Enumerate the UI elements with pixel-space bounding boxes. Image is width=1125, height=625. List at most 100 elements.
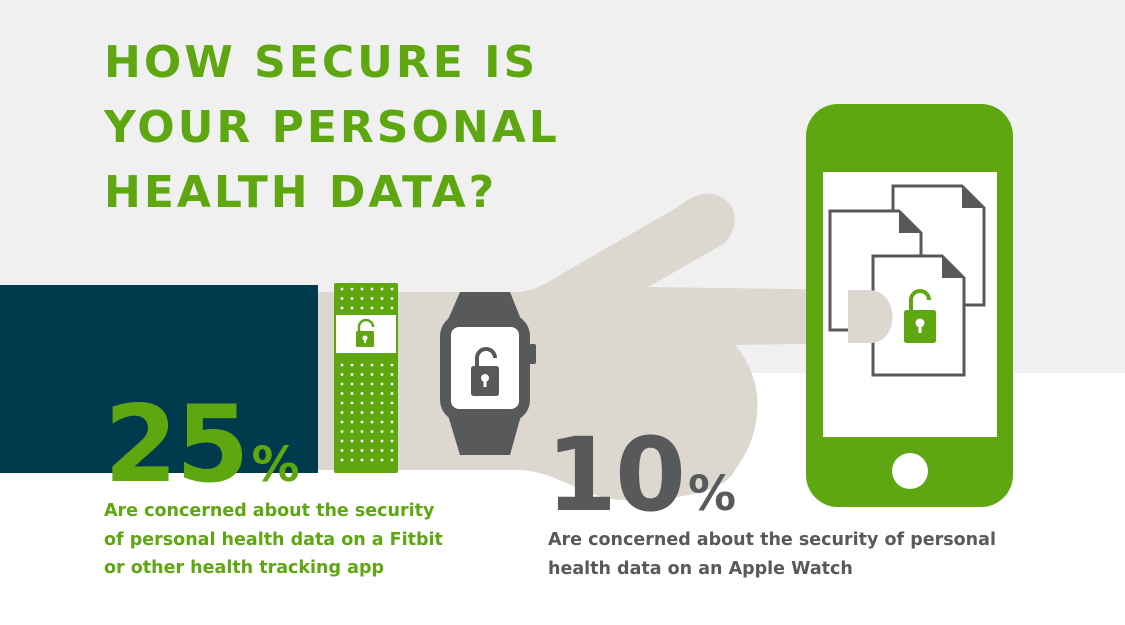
fitbit-description: Are concerned about the security of pers… xyxy=(104,497,443,583)
band-dot xyxy=(350,306,354,310)
fitbit-description-line: Are concerned about the security xyxy=(104,501,435,521)
band-dot xyxy=(360,411,364,414)
band-dot xyxy=(360,373,364,376)
fitness-band-icon xyxy=(334,283,398,473)
fitbit-percentage: 25% xyxy=(104,392,300,498)
band-dot xyxy=(390,373,394,376)
band-dot xyxy=(380,411,384,414)
watch-crown xyxy=(526,344,536,364)
band-dot xyxy=(360,382,364,386)
band-dot xyxy=(370,401,374,405)
band-dot xyxy=(350,363,354,367)
band-dot xyxy=(340,458,344,462)
band-dot xyxy=(340,382,344,386)
smartphone-icon xyxy=(806,104,1013,507)
band-dot xyxy=(340,449,344,452)
band-dot xyxy=(390,439,394,443)
band-dot xyxy=(340,297,344,300)
apple-watch-percentage-value: 10 xyxy=(546,416,686,535)
band-dot xyxy=(360,297,364,300)
band-dot xyxy=(350,373,354,376)
apple-watch-description-line: Are concerned about the security of pers… xyxy=(548,530,996,550)
band-dot xyxy=(390,458,394,462)
band-dot xyxy=(360,363,364,367)
band-dot xyxy=(340,287,344,291)
band-dot xyxy=(390,392,394,395)
band-dot xyxy=(370,420,374,424)
band-dot xyxy=(380,287,384,291)
band-dot xyxy=(380,373,384,376)
band-dot xyxy=(360,306,364,310)
band-dot xyxy=(390,411,394,414)
band-dot xyxy=(370,297,374,300)
band-dot xyxy=(390,401,394,405)
band-dot xyxy=(370,373,374,376)
title-line: YOUR PERSONAL xyxy=(104,102,560,153)
band-dot xyxy=(390,449,394,452)
band-dot xyxy=(390,287,394,291)
band-dot xyxy=(340,363,344,367)
band-dot xyxy=(370,430,374,433)
fitbit-description-line: or other health tracking app xyxy=(104,558,384,578)
band-dot xyxy=(380,382,384,386)
band-dot xyxy=(370,306,374,310)
band-dot xyxy=(360,401,364,405)
band-dot xyxy=(370,411,374,414)
band-dot xyxy=(390,363,394,367)
band-dot xyxy=(340,373,344,376)
band-dot xyxy=(380,439,384,443)
fitbit-percentage-unit: % xyxy=(251,437,300,493)
band-dot xyxy=(380,306,384,310)
band-dot xyxy=(370,382,374,386)
fitness-band-strap xyxy=(334,283,398,473)
band-dot xyxy=(370,363,374,367)
band-dot xyxy=(380,401,384,405)
band-dot xyxy=(380,430,384,433)
band-dot xyxy=(340,420,344,424)
band-dot xyxy=(390,420,394,424)
band-dot xyxy=(370,392,374,395)
band-dot xyxy=(350,449,354,452)
apple-watch-percentage: 10% xyxy=(546,425,736,527)
band-dot xyxy=(370,439,374,443)
band-dot xyxy=(340,401,344,405)
infographic: HOW SECURE IS YOUR PERSONAL HEALTH DATA?… xyxy=(0,0,1125,625)
band-dot xyxy=(380,363,384,367)
band-dot xyxy=(370,287,374,291)
fitbit-description-line: of personal health data on a Fitbit xyxy=(104,529,443,550)
apple-watch-percentage-unit: % xyxy=(687,466,737,522)
fingertip xyxy=(848,290,893,343)
band-dot xyxy=(350,430,354,433)
band-dot xyxy=(390,306,394,310)
apple-watch-description-line: health data on an Apple Watch xyxy=(548,558,853,579)
band-dot xyxy=(360,420,364,424)
band-dot xyxy=(360,458,364,462)
band-dot xyxy=(390,430,394,433)
band-dot xyxy=(340,439,344,443)
band-dot xyxy=(380,420,384,424)
band-dot xyxy=(340,392,344,395)
band-dot xyxy=(370,458,374,462)
band-dot xyxy=(350,392,354,395)
band-dot xyxy=(350,401,354,405)
apple-watch-description: Are concerned about the security of pers… xyxy=(548,526,996,583)
band-dot xyxy=(350,287,354,291)
band-dot xyxy=(390,297,394,300)
page-title: HOW SECURE IS YOUR PERSONAL HEALTH DATA? xyxy=(104,30,560,225)
band-dot xyxy=(370,449,374,452)
band-dot xyxy=(360,287,364,291)
band-dot xyxy=(360,449,364,452)
title-line: HEALTH DATA? xyxy=(104,167,498,218)
band-dot xyxy=(380,458,384,462)
title-line: HOW SECURE IS xyxy=(104,37,539,88)
band-dot xyxy=(380,392,384,395)
band-dot xyxy=(360,439,364,443)
band-dot xyxy=(340,430,344,433)
band-dot xyxy=(350,420,354,424)
phone-home-button xyxy=(892,453,928,489)
band-dot xyxy=(380,449,384,452)
band-dot xyxy=(340,306,344,310)
band-dot xyxy=(360,392,364,395)
band-dot xyxy=(350,439,354,443)
band-dot xyxy=(340,411,344,414)
